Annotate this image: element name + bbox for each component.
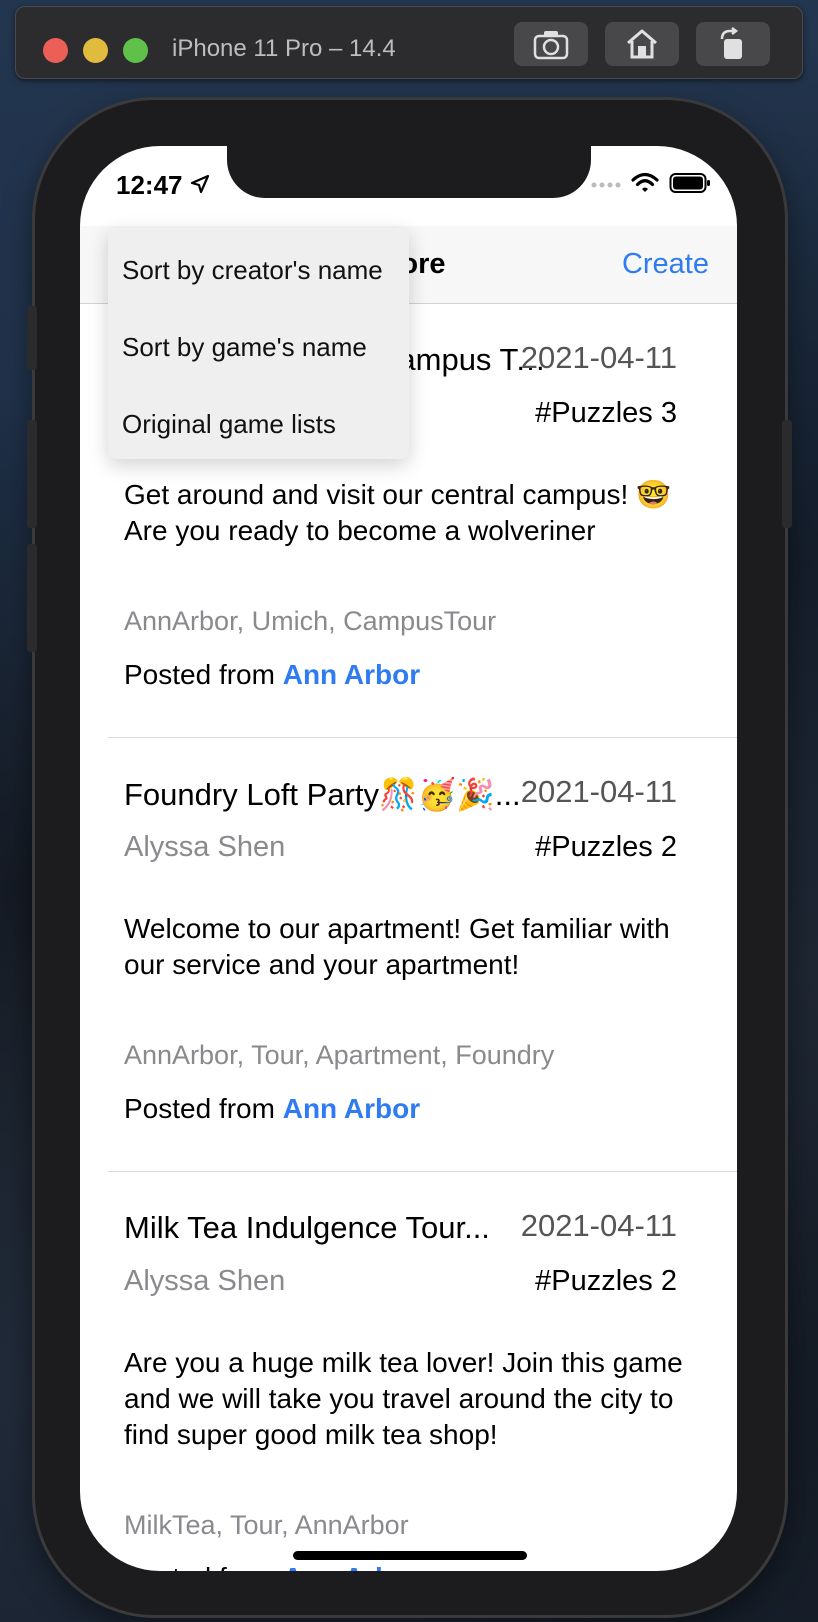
screenshot-icon: [533, 31, 569, 60]
power-button: [782, 420, 792, 528]
posted-from: Posted from Ann Arbor: [124, 1562, 420, 1571]
sort-by-game-option[interactable]: Sort by game's name: [122, 332, 367, 363]
close-window-button[interactable]: [43, 38, 68, 63]
game-date: 2021-04-11: [520, 340, 677, 375]
notch: [227, 146, 591, 198]
simulator-device-title: iPhone 11 Pro – 14.4: [172, 35, 396, 62]
status-time: 12:47: [116, 170, 183, 200]
rotate-button[interactable]: [696, 22, 770, 66]
game-date: 2021-04-11: [520, 774, 677, 809]
location-link[interactable]: Ann Arbor: [283, 1093, 420, 1124]
game-list: Campus To... 2021-04-11 #Puzzles 3 Get a…: [80, 304, 737, 1571]
volume-down-button: [27, 544, 37, 652]
game-tags: AnnArbor, Umich, CampusTour: [124, 606, 497, 636]
screenshot-button[interactable]: [514, 22, 588, 66]
posted-from-label: Posted from: [124, 659, 275, 690]
simulator-titlebar: iPhone 11 Pro – 14.4: [15, 6, 803, 79]
posted-from: Posted from Ann Arbor: [124, 659, 420, 691]
posted-from: Posted from Ann Arbor: [124, 1093, 420, 1125]
home-button[interactable]: [605, 22, 679, 66]
posted-from-label: Posted from: [124, 1093, 275, 1124]
puzzle-count: #Puzzles 2: [535, 1265, 677, 1297]
wifi-icon: [631, 172, 659, 192]
status-icons: [591, 172, 711, 194]
rotate-icon: [720, 27, 742, 59]
home-icon: [627, 29, 657, 59]
volume-up-button: [27, 420, 37, 528]
game-card[interactable]: Foundry Loft Party🎊🥳🎉... 2021-04-11 Alys…: [80, 738, 737, 1172]
game-creator: Alyssa Shen: [124, 1265, 286, 1297]
battery-icon: [669, 173, 710, 193]
original-list-option[interactable]: Original game lists: [122, 409, 336, 440]
puzzle-count: #Puzzles 3: [535, 397, 677, 429]
posted-from-label: Posted from: [124, 1562, 275, 1571]
zoom-window-button[interactable]: [123, 38, 148, 63]
mute-switch: [27, 306, 37, 370]
game-description: Are you a huge milk tea lover! Join this…: [124, 1347, 683, 1450]
game-description: Welcome to our apartment! Get familiar w…: [124, 913, 670, 980]
minimize-window-button[interactable]: [83, 38, 108, 63]
game-date: 2021-04-11: [520, 1208, 677, 1243]
cellular-signal-icon: [591, 182, 621, 188]
location-link[interactable]: Ann Arbor: [283, 1562, 420, 1571]
sort-by-creator-option[interactable]: Sort by creator's name: [122, 255, 383, 286]
game-title: Foundry Loft Party🎊🥳🎉...: [124, 777, 521, 812]
game-creator: Alyssa Shen: [124, 831, 286, 863]
create-button[interactable]: Create: [622, 248, 709, 281]
game-title: Milk Tea Indulgence Tour...: [124, 1210, 490, 1245]
home-indicator[interactable]: [293, 1551, 527, 1560]
location-arrow-icon: [190, 174, 210, 194]
game-tags: AnnArbor, Tour, Apartment, Foundry: [124, 1040, 555, 1070]
puzzle-count: #Puzzles 2: [535, 831, 677, 863]
phone-screen: 12:47 Store Create Campus To... 2021-04-: [80, 146, 737, 1571]
game-tags: MilkTea, Tour, AnnArbor: [124, 1510, 409, 1540]
sort-menu: Sort by creator's name Sort by game's na…: [108, 228, 409, 459]
game-card[interactable]: Milk Tea Indulgence Tour... 2021-04-11 A…: [80, 1172, 737, 1571]
location-link[interactable]: Ann Arbor: [283, 659, 420, 690]
game-description: Get around and visit our central campus!…: [124, 479, 671, 546]
